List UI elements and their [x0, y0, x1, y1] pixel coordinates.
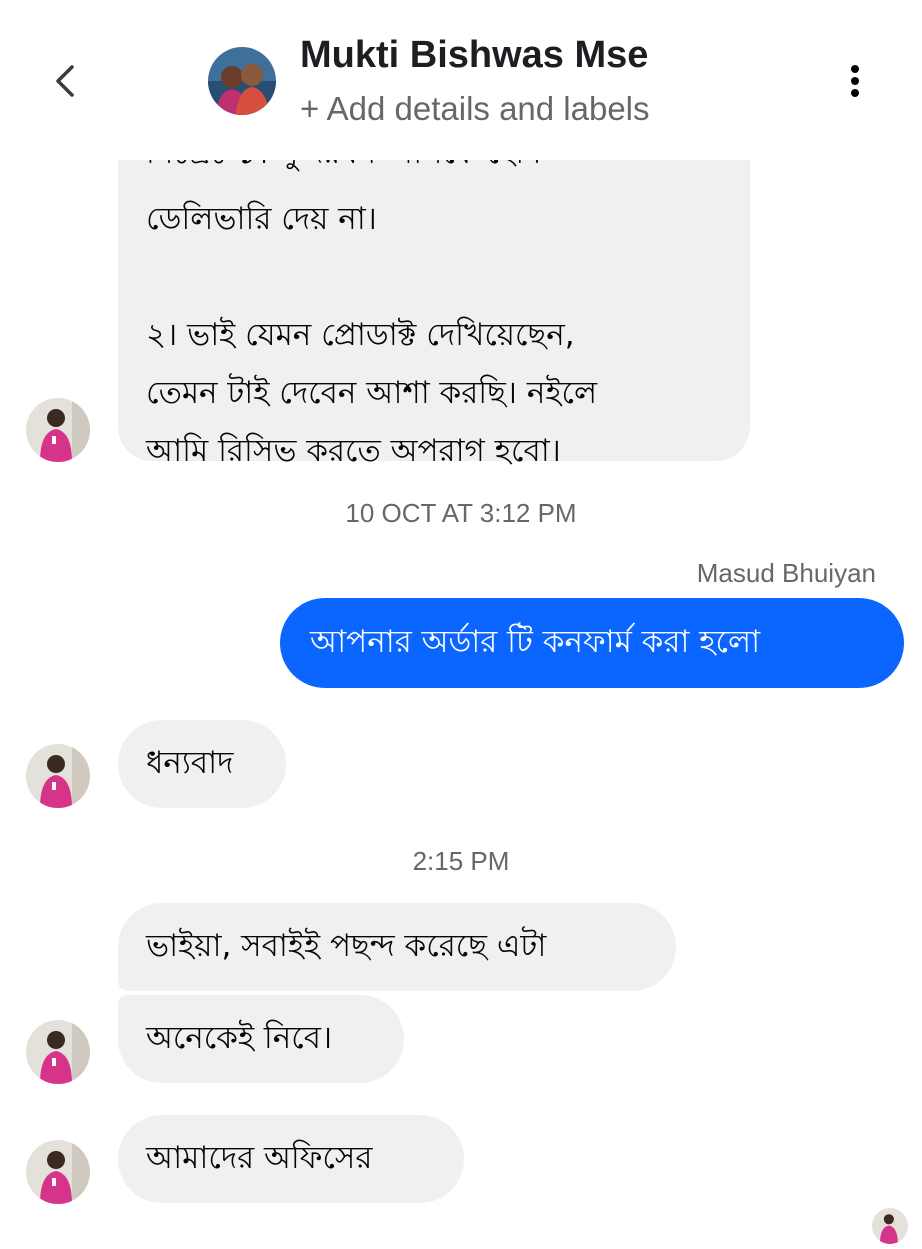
- message-thread[interactable]: নিঃদ্রঃ ১। সুন্দরবন আগকে হোম ডেলিভারি দে…: [0, 160, 922, 1249]
- incoming-message[interactable]: অনেকেই নিবে।: [118, 995, 404, 1083]
- timestamp: 10 OCT AT 3:12 PM: [345, 498, 577, 528]
- contact-avatar[interactable]: [208, 47, 276, 115]
- sender-avatar[interactable]: [26, 1020, 90, 1084]
- message-line: আমি রিসিভ করতে অপরাগ হবো।: [146, 433, 561, 469]
- message-line: ডেলিভারি দেয় না।: [146, 201, 377, 237]
- sender-avatar[interactable]: [26, 744, 90, 808]
- chat-header: Mukti Bishwas Mse + Add details and labe…: [0, 0, 922, 160]
- sender-avatar[interactable]: [26, 398, 90, 462]
- add-details-link[interactable]: + Add details and labels: [300, 90, 650, 128]
- outgoing-message[interactable]: আপনার অর্ডার টি কনফার্ম করা হলো: [280, 598, 904, 688]
- sender-name: Masud Bhuiyan: [696, 558, 876, 588]
- more-options-button[interactable]: [830, 56, 880, 106]
- message-line: [146, 248, 722, 306]
- contact-name[interactable]: Mukti Bishwas Mse: [300, 34, 648, 77]
- message-line: তেমন টাই দেবেন আশা করছি। নইলে: [146, 375, 598, 411]
- sender-avatar[interactable]: [26, 1140, 90, 1204]
- incoming-message[interactable]: আমাদের অফিসের: [118, 1115, 464, 1203]
- incoming-message[interactable]: ভাইয়া, সবাইই পছন্দ করেছে এটা: [118, 903, 676, 991]
- timestamp: 2:15 PM: [412, 846, 510, 876]
- incoming-message[interactable]: নিঃদ্রঃ ১। সুন্দরবন আগকে হোম ডেলিভারি দে…: [118, 160, 750, 469]
- incoming-message[interactable]: ধন্যবাদ: [118, 720, 286, 808]
- vertical-ellipsis-icon: [851, 65, 859, 97]
- message-line: নিঃদ্রঃ ১। সুন্দরবন আগকে হোম: [146, 160, 722, 190]
- seen-indicator-avatar: [872, 1208, 908, 1244]
- back-button[interactable]: [40, 56, 90, 106]
- chevron-left-icon: [56, 65, 74, 97]
- message-line: ২। ভাই যেমন প্রোডাক্ট দেখিয়েছেন,: [146, 317, 575, 353]
